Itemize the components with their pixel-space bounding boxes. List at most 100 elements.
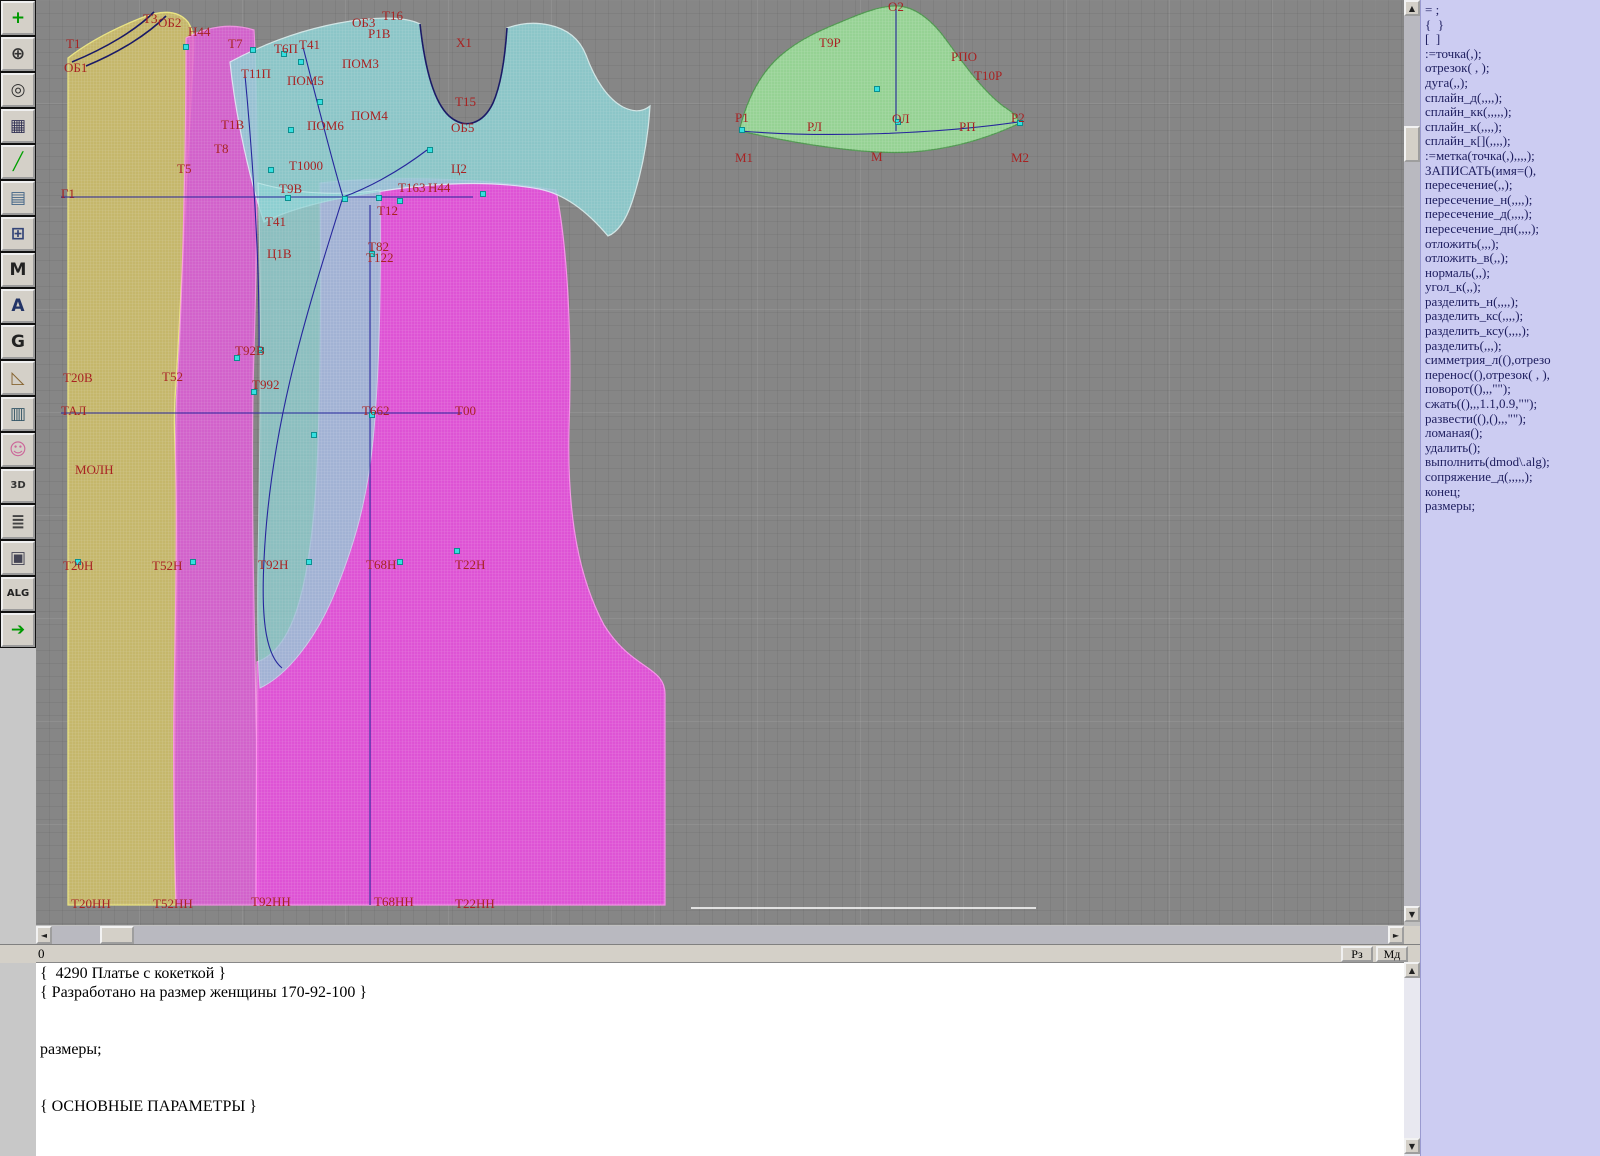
canvas-vscroll-thumb[interactable] (1404, 126, 1420, 162)
editor-line[interactable] (40, 1079, 1404, 1098)
left-toolbar: + ⊕ ◎ ▦ ╱ ▤ ⊞ (0, 0, 36, 648)
command-template-item[interactable]: размеры; (1425, 499, 1600, 514)
canvas-horizontal-scrollbar: ◄ ► (36, 926, 1404, 944)
editor-line[interactable] (40, 1022, 1404, 1041)
toolbar-icon: ▦ (10, 118, 26, 135)
toolbar-icon: 3D (10, 481, 25, 491)
toolbar-icon: A (11, 298, 24, 315)
toolbar-button[interactable]: M (1, 253, 35, 287)
status-row: 0 Рз Мд (0, 944, 1420, 963)
toolbar-icon: ➔ (11, 622, 25, 639)
command-template-item[interactable]: разделить_ксу(,,,,); (1425, 324, 1600, 339)
command-template-item[interactable]: разделить_н(,,,,); (1425, 295, 1600, 310)
command-template-item[interactable]: угол_к(,,); (1425, 280, 1600, 295)
toolbar-button[interactable]: + (1, 1, 35, 35)
editor-line[interactable] (40, 1003, 1404, 1022)
editor-line[interactable]: размеры; (40, 1041, 1404, 1060)
toolbar-icon: ╱ (13, 154, 23, 171)
toolbar-icon: ☺ (9, 442, 27, 459)
toolbar-button[interactable]: ⊕ (1, 37, 35, 71)
scrollbar-corner (1404, 926, 1420, 944)
editor-line[interactable] (40, 1060, 1404, 1079)
toolbar-button[interactable]: G (1, 325, 35, 359)
toolbar-icon: ◺ (11, 370, 24, 387)
md-button[interactable]: Мд (1376, 946, 1408, 962)
canvas-hscroll-thumb[interactable] (100, 926, 134, 944)
drawing-canvas[interactable]: Т1ОБ1Т3ОБ2Н44Т7Т6ПТ41ОБ3Т16Р1ВХ1Т11ППОМ5… (36, 0, 1404, 925)
toolbar-icon: G (11, 334, 25, 351)
command-template-item[interactable]: дуга(,,); (1425, 76, 1600, 91)
command-template-item[interactable]: сплайн_к[](,,,,); (1425, 134, 1600, 149)
command-template-item[interactable]: перенос((),отрезок( , ), (1425, 368, 1600, 383)
toolbar-button[interactable]: ▤ (1, 181, 35, 215)
command-template-item[interactable]: :=точка(,); (1425, 47, 1600, 62)
editor-line[interactable]: { Разработано на размер женщины 170-92-1… (40, 984, 1404, 1003)
toolbar-button[interactable]: ▦ (1, 109, 35, 143)
toolbar-button[interactable]: ╱ (1, 145, 35, 179)
editor-line[interactable]: { ОСНОВНЫЕ ПАРАМЕТРЫ } (40, 1098, 1404, 1117)
editor-line[interactable]: { 4290 Платье с кокеткой } (40, 965, 1404, 984)
command-template-item[interactable]: пересечение(,,); (1425, 178, 1600, 193)
command-template-item[interactable]: развести((),(),,,""); (1425, 412, 1600, 427)
command-template-item[interactable]: пересечение_д(,,,,); (1425, 207, 1600, 222)
sleeve-cap-piece[interactable] (740, 6, 1018, 152)
command-template-item[interactable]: ЗАПИСАТЬ(имя=(), (1425, 164, 1600, 179)
scroll-down-button[interactable]: ▼ (1404, 906, 1420, 922)
toolbar-button[interactable]: ☺ (1, 433, 35, 467)
toolbar-icon: M (10, 262, 27, 279)
command-template-item[interactable]: сплайн_кк(,,,,,); (1425, 105, 1600, 120)
toolbar-button[interactable]: ≣ (1, 505, 35, 539)
toolbar-icon: ▤ (10, 190, 26, 207)
command-template-item[interactable]: { } (1425, 18, 1600, 33)
command-template-item[interactable]: выполнить(dmod\.alg); (1425, 455, 1600, 470)
command-template-item[interactable]: пересечение_н(,,,,); (1425, 193, 1600, 208)
command-template-item[interactable]: :=метка(точка(,),,,,); (1425, 149, 1600, 164)
toolbar-icon: ▣ (10, 550, 26, 567)
algorithm-editor[interactable]: { 4290 Платье с кокеткой }{ Разработано … (36, 962, 1404, 1156)
command-template-item[interactable]: нормаль(,,); (1425, 266, 1600, 281)
toolbar-button[interactable]: ◎ (1, 73, 35, 107)
scroll-right-button[interactable]: ► (1388, 926, 1404, 944)
editor-scroll-down-button[interactable]: ▼ (1404, 1138, 1420, 1154)
command-template-item[interactable]: удалить(); (1425, 441, 1600, 456)
command-template-item[interactable]: [ ] (1425, 32, 1600, 47)
command-template-item[interactable]: сплайн_д(,,,,); (1425, 91, 1600, 106)
command-template-item[interactable]: конец; (1425, 485, 1600, 500)
canvas-vertical-scrollbar: ▲ ▼ (1404, 0, 1420, 922)
scroll-left-button[interactable]: ◄ (36, 926, 52, 944)
toolbar-button[interactable]: ALG (1, 577, 35, 611)
scroll-up-button[interactable]: ▲ (1404, 0, 1420, 16)
toolbar-icon: ▥ (10, 406, 26, 423)
toolbar-icon: ⊞ (11, 226, 25, 243)
command-template-item[interactable]: поворот((),,,""); (1425, 382, 1600, 397)
command-template-item[interactable]: сплайн_к(,,,,); (1425, 120, 1600, 135)
command-template-item[interactable]: отложить_в(,,); (1425, 251, 1600, 266)
toolbar-button[interactable]: A (1, 289, 35, 323)
command-template-item[interactable]: сжать((),,,1.1,0.9,""); (1425, 397, 1600, 412)
toolbar-button[interactable]: ⊞ (1, 217, 35, 251)
command-template-item[interactable]: разделить(,,,); (1425, 339, 1600, 354)
command-template-item[interactable]: сопряжение_д(,,,,,); (1425, 470, 1600, 485)
toolbar-icon: ◎ (11, 82, 26, 99)
editor-scroll-up-button[interactable]: ▲ (1404, 962, 1420, 978)
toolbar-button[interactable]: ◺ (1, 361, 35, 395)
rz-button[interactable]: Рз (1341, 946, 1373, 962)
command-template-item[interactable]: отрезок( , ); (1425, 61, 1600, 76)
command-template-item[interactable]: пересечение_дн(,,,,); (1425, 222, 1600, 237)
toolbar-icon: ⊕ (11, 46, 25, 63)
toolbar-button[interactable]: ▥ (1, 397, 35, 431)
command-template-item[interactable]: симметрия_л((),отрезо (1425, 353, 1600, 368)
command-template-item[interactable]: отложить(,,,); (1425, 237, 1600, 252)
toolbar-button[interactable]: 3D (1, 469, 35, 503)
scroll-position-value: 0 (38, 946, 45, 962)
toolbar-spacer (0, 648, 36, 1156)
pattern-drawing (36, 0, 1404, 925)
toolbar-icon: + (11, 10, 25, 27)
toolbar-icon: ≣ (11, 514, 25, 531)
command-template-item[interactable]: разделить_кс(,,,,); (1425, 309, 1600, 324)
command-template-item[interactable]: ломаная(); (1425, 426, 1600, 441)
toolbar-button[interactable]: ▣ (1, 541, 35, 575)
command-template-item[interactable]: = ; (1425, 3, 1600, 18)
command-template-panel: = ;{ }[ ]:=точка(,);отрезок( , );дуга(,,… (1420, 0, 1600, 1156)
toolbar-button[interactable]: ➔ (1, 613, 35, 647)
